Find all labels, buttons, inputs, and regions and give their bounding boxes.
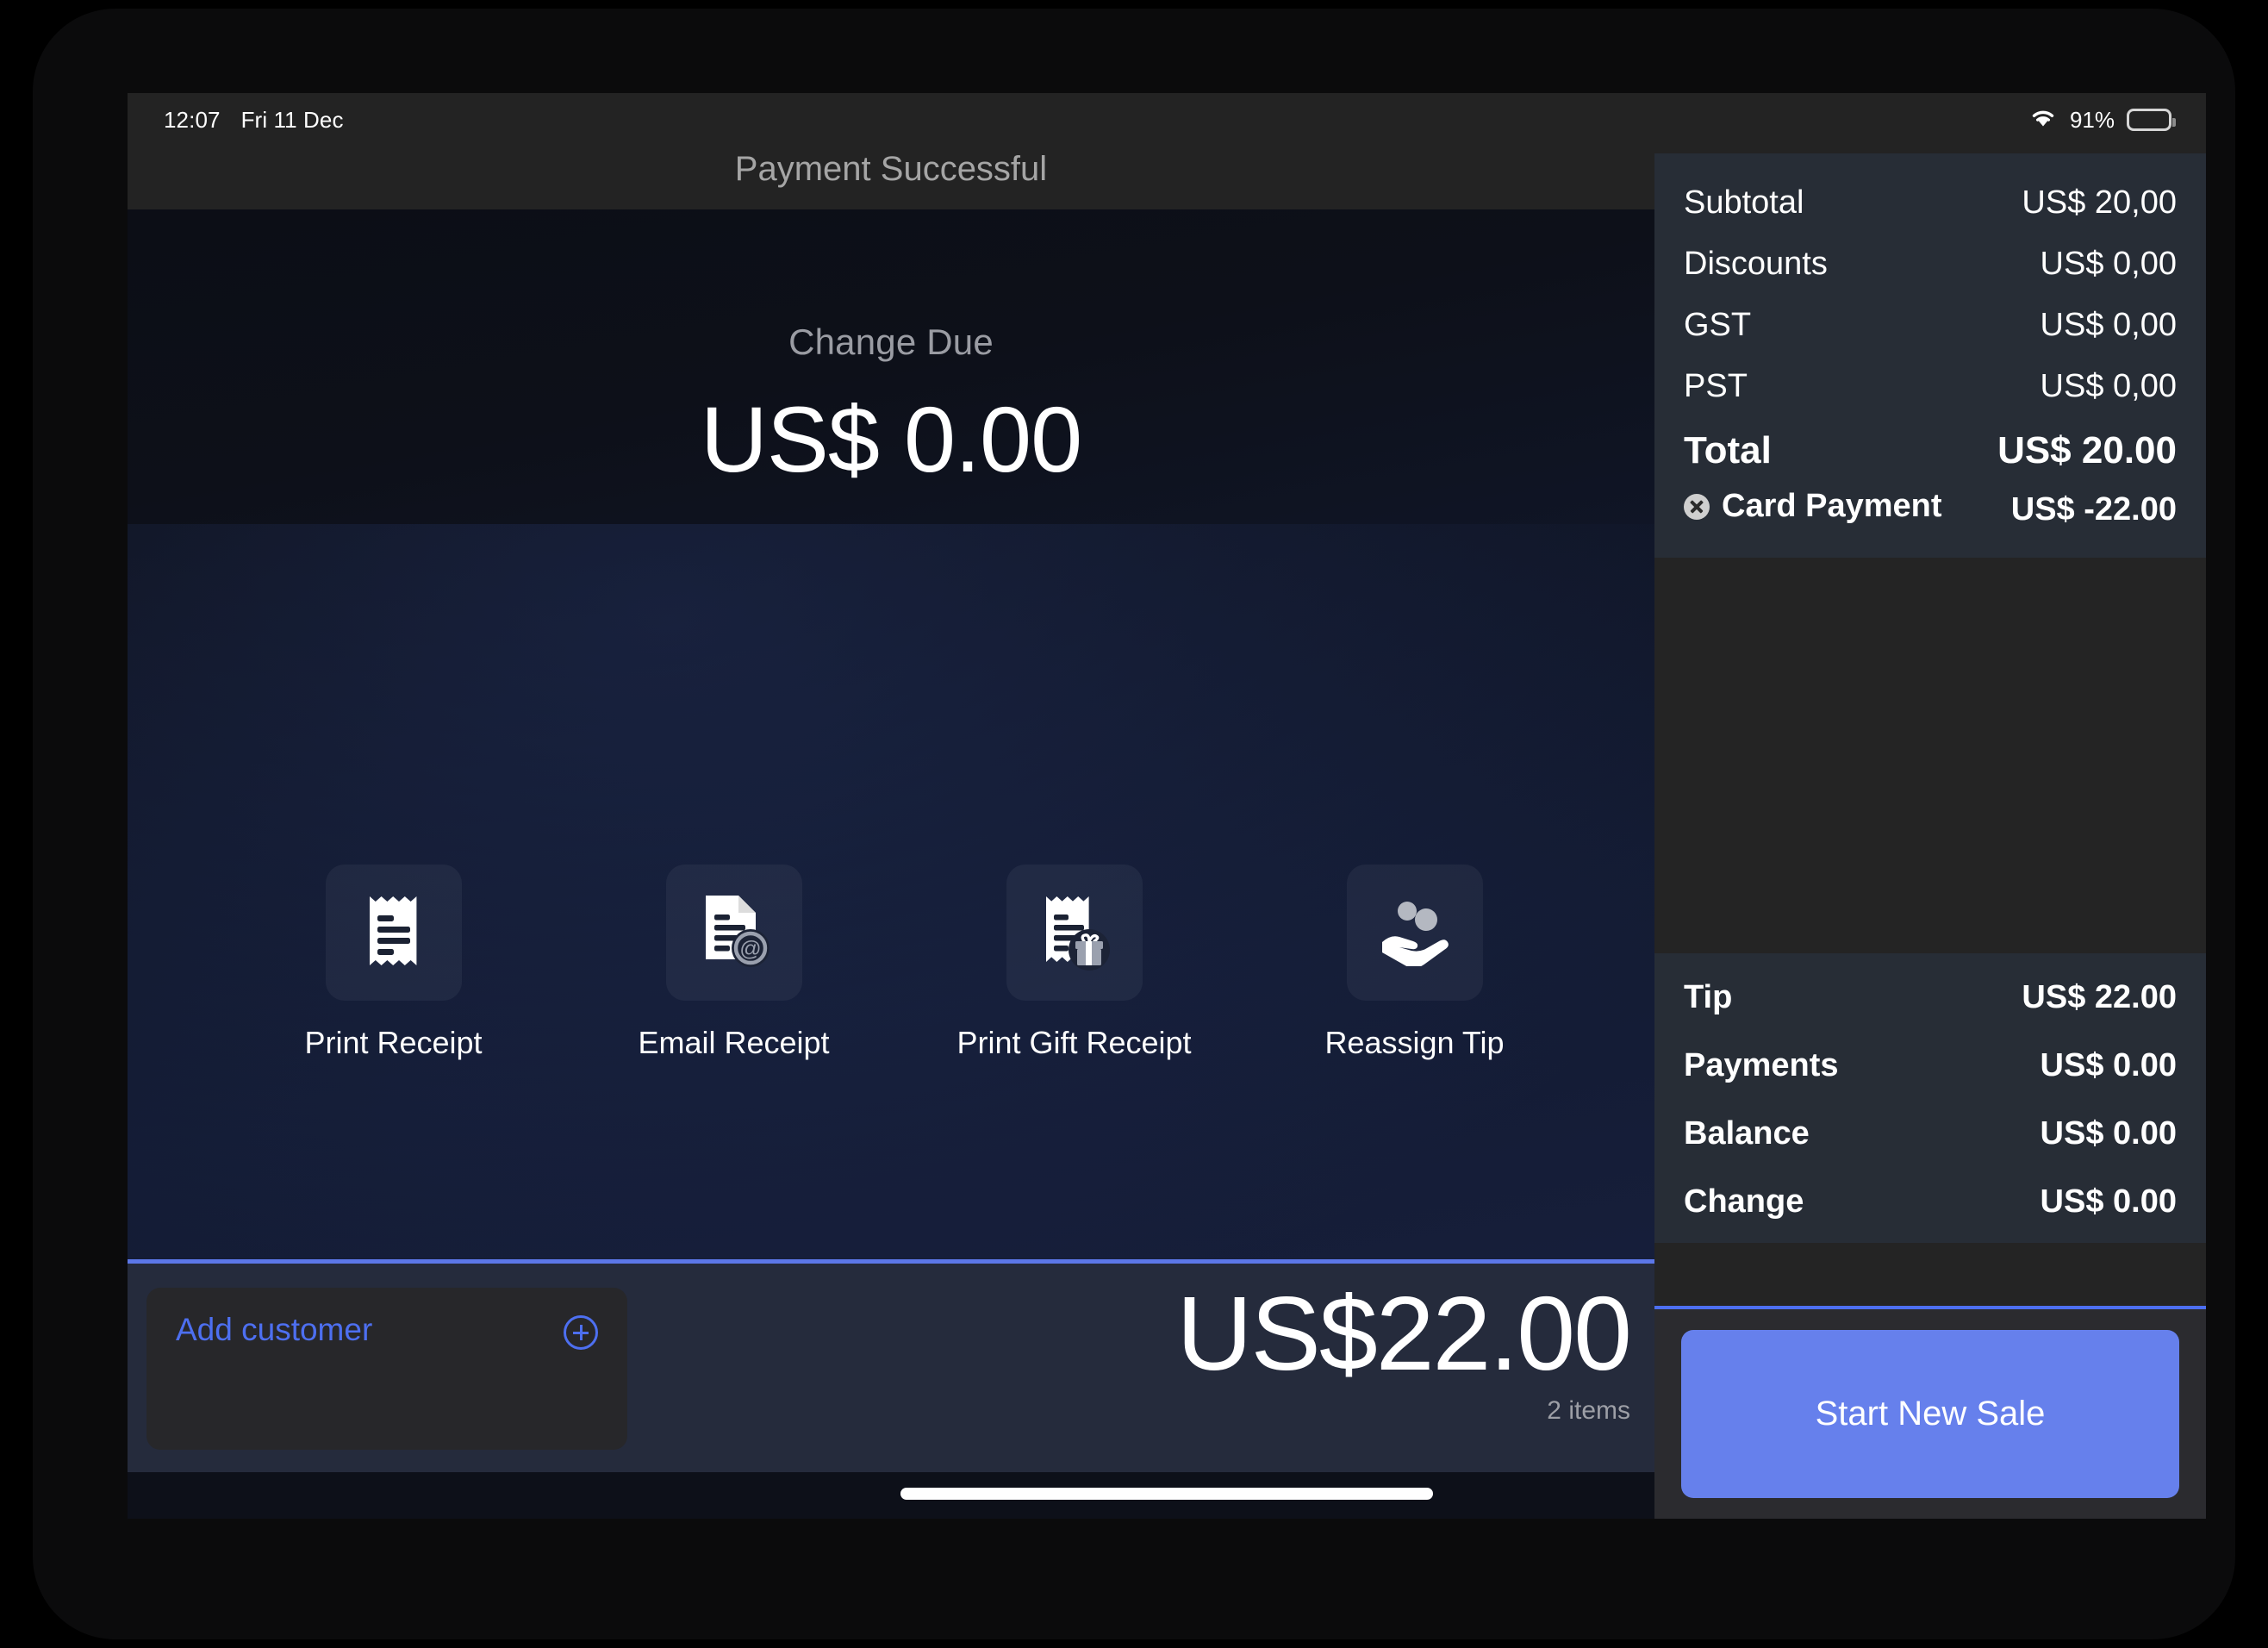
balance-value: US$ 0.00	[2040, 1115, 2177, 1152]
payments-value: US$ 0.00	[2040, 1047, 2177, 1083]
change-label: Change	[1684, 1183, 1804, 1220]
print-gift-receipt-icon-box	[1006, 865, 1143, 1001]
pst-label: PST	[1684, 368, 1748, 404]
tablet-device-frame: 12:07 Fri 11 Dec 91% Payment Successful …	[33, 9, 2235, 1639]
email-receipt-icon-box: @	[665, 865, 802, 1001]
title-bar: Payment Successful	[128, 93, 1654, 209]
subtotal-value: US$ 20,00	[2022, 184, 2177, 221]
table-row: PST US$ 0,00	[1684, 368, 2177, 405]
add-customer-button[interactable]: Add customer	[146, 1288, 627, 1450]
receipt-email-icon: @	[697, 891, 771, 975]
start-new-sale-button[interactable]: Start New Sale	[1681, 1330, 2179, 1498]
page-title: Payment Successful	[734, 150, 1048, 188]
total-value: US$ 20.00	[1997, 429, 2177, 471]
print-receipt-label: Print Receipt	[304, 1025, 483, 1060]
card-payment-value: US$ -22.00	[2010, 490, 2177, 527]
summary-card: Tip US$ 22.00 Payments US$ 0.00 Balance …	[1654, 953, 2206, 1243]
totals-card: Subtotal US$ 20,00 Discounts US$ 0,00 GS…	[1654, 153, 2206, 558]
print-gift-receipt-button[interactable]: Print Gift Receipt	[956, 865, 1192, 1061]
change-due-amount: US$ 0.00	[700, 387, 1082, 491]
table-row: GST US$ 0,00	[1684, 307, 2177, 344]
gst-value: US$ 0,00	[2040, 307, 2177, 343]
card-payment-row[interactable]: Card Payment US$ -22.00	[1684, 488, 2177, 528]
total-label: Total	[1684, 429, 1772, 471]
change-due-label: Change Due	[788, 321, 994, 362]
main-column: Payment Successful Change Due US$ 0.00 P…	[128, 93, 1654, 1519]
change-value: US$ 0.00	[2040, 1183, 2177, 1220]
reassign-tip-button[interactable]: Reassign Tip	[1312, 865, 1518, 1061]
balance-label: Balance	[1684, 1115, 1810, 1152]
receipt-gift-icon	[1037, 891, 1112, 975]
svg-text:@: @	[739, 937, 761, 961]
table-row: Tip US$ 22.00	[1684, 979, 2177, 1016]
reassign-tip-icon-box	[1346, 865, 1483, 1001]
discounts-value: US$ 0,00	[2040, 246, 2177, 282]
reassign-tip-label: Reassign Tip	[1324, 1025, 1505, 1060]
subtotal-label: Subtotal	[1684, 184, 1804, 221]
table-row: Change US$ 0.00	[1684, 1183, 2177, 1220]
card-payment-label: Card Payment	[1722, 488, 1942, 524]
discounts-label: Discounts	[1684, 246, 1828, 282]
receipt-icon	[359, 891, 428, 975]
home-indicator[interactable]	[900, 1488, 1433, 1500]
email-receipt-label: Email Receipt	[638, 1025, 830, 1060]
receipt-panel-header	[1654, 93, 2206, 153]
hand-coins-icon	[1375, 896, 1455, 971]
pst-value: US$ 0,00	[2040, 368, 2177, 404]
payment-result-area: Change Due US$ 0.00 Print Receipt @ Emai…	[128, 209, 1654, 1259]
remove-circle-icon[interactable]	[1684, 493, 1710, 520]
grand-total-block: US$22.00 2 items	[1176, 1275, 1632, 1426]
total-row: Total US$ 20.00	[1684, 429, 2177, 472]
receipt-panel: Subtotal US$ 20,00 Discounts US$ 0,00 GS…	[1654, 93, 2206, 1519]
receipt-panel-footer: Start New Sale	[1654, 1306, 2206, 1519]
screen: 12:07 Fri 11 Dec 91% Payment Successful …	[128, 93, 2206, 1519]
receipt-actions-row: Print Receipt @ Email Receipt Print Gift…	[128, 865, 1654, 1061]
bottom-bar: Add customer US$22.00 2 items	[128, 1259, 1654, 1472]
print-receipt-button[interactable]: Print Receipt	[290, 865, 497, 1061]
table-row: Balance US$ 0.00	[1684, 1115, 2177, 1152]
plus-circle-icon[interactable]	[564, 1315, 598, 1350]
item-count-label: 2 items	[1547, 1396, 1630, 1426]
table-row: Discounts US$ 0,00	[1684, 246, 2177, 283]
table-row: Subtotal US$ 20,00	[1684, 184, 2177, 222]
change-due-block: Change Due US$ 0.00	[128, 321, 1654, 493]
grand-total-amount: US$22.00	[1176, 1275, 1632, 1392]
tip-label: Tip	[1684, 979, 1733, 1015]
table-row: Payments US$ 0.00	[1684, 1047, 2177, 1084]
card-payment-label-wrap: Card Payment	[1684, 488, 1942, 525]
add-customer-label: Add customer	[176, 1312, 373, 1347]
payments-label: Payments	[1684, 1047, 1839, 1083]
email-receipt-button[interactable]: @ Email Receipt	[631, 865, 838, 1061]
tip-value: US$ 22.00	[2022, 979, 2177, 1015]
print-receipt-icon-box	[325, 865, 462, 1001]
gst-label: GST	[1684, 307, 1752, 343]
print-gift-receipt-label: Print Gift Receipt	[956, 1025, 1192, 1060]
